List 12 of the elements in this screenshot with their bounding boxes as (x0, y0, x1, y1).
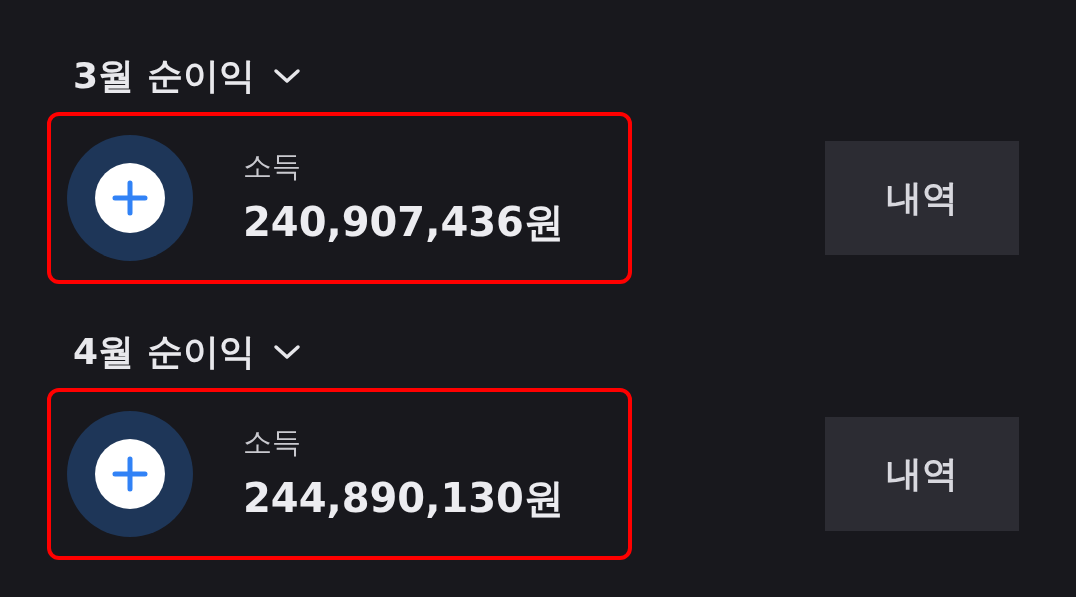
income-amount: 240,907,436원 (243, 197, 564, 247)
chevron-down-icon[interactable] (272, 67, 301, 85)
history-button[interactable]: 내역 (825, 417, 1019, 531)
section-title: 4월 순이익 (73, 329, 255, 374)
income-amount: 244,890,130원 (243, 473, 564, 523)
plus-icon[interactable] (67, 411, 193, 537)
section-title: 3월 순이익 (73, 53, 255, 98)
history-button[interactable]: 내역 (825, 141, 1019, 255)
income-label: 소득 (243, 423, 302, 461)
chevron-down-icon[interactable] (272, 343, 301, 361)
plus-icon[interactable] (67, 135, 193, 261)
income-label: 소득 (243, 147, 302, 185)
